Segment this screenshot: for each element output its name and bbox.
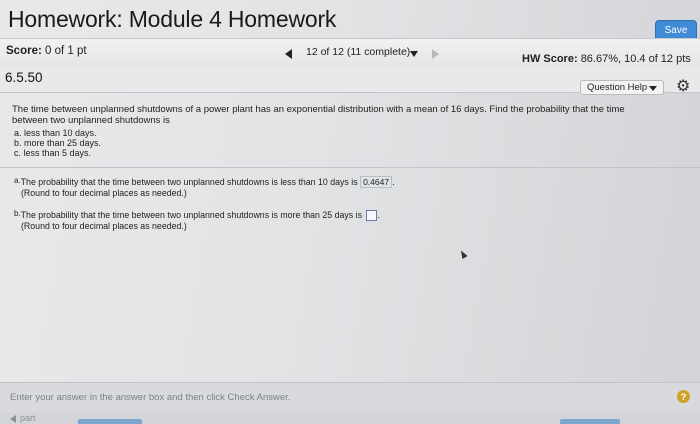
question-navigator[interactable]: 12 of 12 (11 complete) bbox=[306, 46, 410, 58]
question-score: Score: 0 of 1 pt bbox=[6, 45, 87, 57]
answer-b-input[interactable] bbox=[366, 210, 378, 222]
answer-b-text: The probability that the time between tw… bbox=[20, 210, 362, 220]
button-edge[interactable] bbox=[78, 419, 142, 424]
question-help-label: Question Help bbox=[587, 82, 648, 93]
answer-a: a.The probability that the time between … bbox=[14, 176, 395, 198]
answer-b-tag: b. bbox=[14, 209, 21, 218]
hw-score-value: 86.67%, 10.4 of 12 pts bbox=[580, 53, 691, 65]
answer-a-text: The probability that the time between tw… bbox=[20, 177, 358, 187]
option-c: c. less than 5 days. bbox=[14, 148, 92, 158]
hw-score: HW Score: 86.67%, 10.4 of 12 pts bbox=[522, 53, 691, 65]
score-label: Score: bbox=[6, 45, 42, 57]
answer-a-field[interactable]: 0.4647 bbox=[360, 176, 393, 188]
part-arrow-icon bbox=[10, 414, 16, 423]
prev-arrow-icon[interactable] bbox=[285, 49, 292, 59]
question-text: The time between unplanned shutdowns of … bbox=[12, 104, 625, 126]
mouse-cursor-icon bbox=[458, 249, 468, 259]
answer-b-note: (Round to four decimal places as needed.… bbox=[21, 221, 187, 232]
homework-screen: Homework: Module 4 Homework Save Score: … bbox=[0, 0, 700, 424]
divider bbox=[0, 167, 700, 168]
chevron-down-icon bbox=[649, 86, 657, 91]
answer-b: b.The probability that the time between … bbox=[14, 209, 380, 232]
option-b: b. more than 25 days. bbox=[14, 138, 102, 148]
option-a: a. less than 10 days. bbox=[14, 128, 97, 138]
dropdown-icon[interactable] bbox=[410, 51, 418, 57]
question-options: a. less than 10 days. b. more than 25 da… bbox=[14, 128, 101, 158]
page-title: Homework: Module 4 Homework bbox=[8, 6, 337, 32]
answer-a-tag: a. bbox=[14, 176, 21, 185]
help-icon[interactable]: ? bbox=[677, 390, 690, 403]
button-edge[interactable] bbox=[560, 419, 620, 424]
question-id: 6.5.50 bbox=[5, 70, 43, 85]
score-value: 0 of 1 pt bbox=[45, 45, 87, 57]
hw-score-label: HW Score: bbox=[522, 53, 578, 65]
instruction-text: Enter your answer in the answer box and … bbox=[10, 392, 291, 403]
answer-a-note: (Round to four decimal places as needed.… bbox=[21, 188, 187, 198]
next-arrow-icon[interactable] bbox=[432, 49, 439, 59]
question-help-button[interactable]: Question Help bbox=[580, 80, 664, 95]
part-button[interactable]: part bbox=[10, 413, 36, 423]
gear-icon[interactable]: ⚙ bbox=[676, 79, 690, 95]
part-label: part bbox=[20, 413, 36, 423]
